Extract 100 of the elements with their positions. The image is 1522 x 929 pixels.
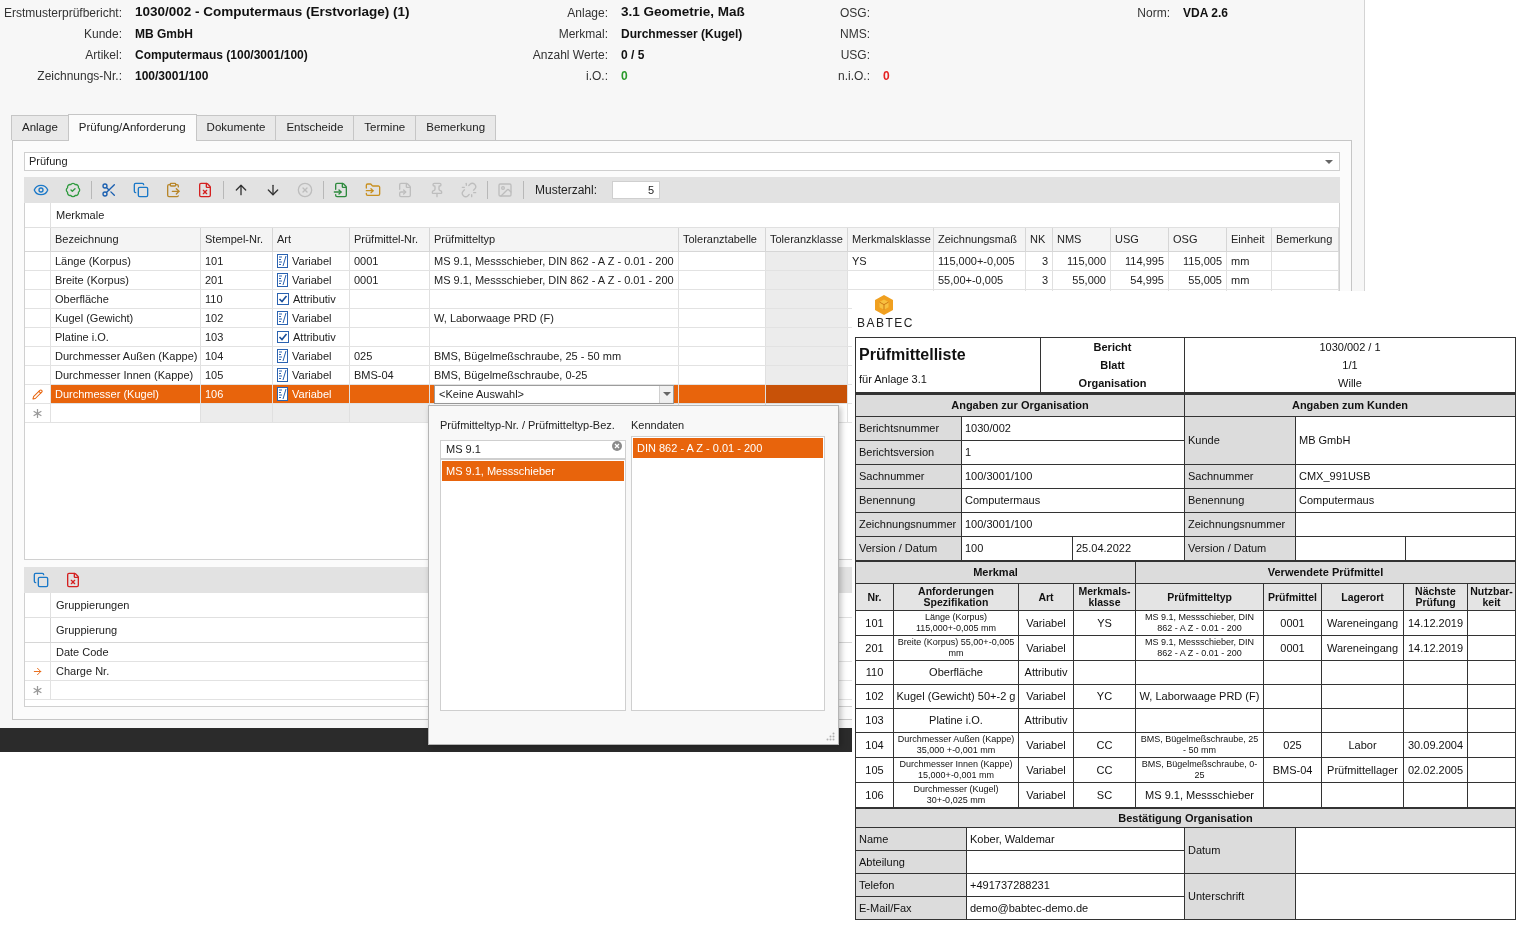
column-header[interactable]: Bezeichnung (51, 228, 201, 251)
cube-logo-icon (875, 295, 893, 315)
table-cell: Variabel (1018, 610, 1074, 636)
table-cell: Variabel (1018, 635, 1074, 661)
column-header[interactable]: Bemerkung (1272, 228, 1339, 251)
column-header[interactable]: NK (1026, 228, 1053, 251)
scissors-icon (101, 182, 117, 198)
table-cell: Durchmesser Außen (Kappe) 35,000 +-0,001 mm (893, 732, 1019, 758)
table-cell: 3 (1026, 271, 1053, 289)
table-cell: Kugel (Gewicht) (51, 309, 201, 327)
column-header[interactable]: Zeichnungsmaß (934, 228, 1026, 251)
field-label: Telefon (855, 873, 967, 897)
table-cell: 0001 (350, 271, 430, 289)
table-cell: 14.12.2019 (1403, 635, 1468, 661)
field-value: Durchmesser (Kugel) (621, 25, 743, 43)
table-cell: Variabel (273, 309, 350, 327)
field-value: 100/3001/100 (961, 464, 1185, 489)
table-cell: Variabel (1018, 732, 1074, 758)
table-cell: 104 (201, 347, 273, 365)
table-cell: BMS, Bügelmeßschraube, 25 - 50 mm (1135, 732, 1264, 758)
tab[interactable]: Prüfung/Anforderung (67, 114, 197, 141)
asterisk-icon (33, 685, 42, 695)
clear-icon[interactable] (612, 440, 622, 451)
table-cell: BMS-04 (350, 366, 430, 384)
field-label: Berichtsversion (855, 440, 962, 465)
table-cell: Attributiv (1018, 660, 1074, 685)
checkbox-icon (277, 293, 289, 305)
search-field[interactable]: MS 9.1 (440, 439, 626, 459)
table-cell: Durchmesser Innen (Kappe) 15,000+-0,001 mm (893, 757, 1019, 783)
field-label: Kunde (1184, 416, 1296, 465)
table-cell: Platine i.O. (893, 708, 1019, 733)
caret-icon (1325, 159, 1333, 164)
table-cell: Variabel (1018, 757, 1074, 783)
meta-value: Wille (1338, 376, 1362, 391)
table-cell: 106 (855, 782, 894, 808)
table-cell: Länge (Korpus) (51, 252, 201, 270)
tab[interactable]: Dokumente (195, 115, 277, 140)
tab[interactable]: Termine (353, 115, 417, 140)
column-header[interactable]: Stempel-Nr. (201, 228, 273, 251)
field-value: CMX_991USB (1295, 464, 1516, 489)
field-label: Zeichnungsnummer (1184, 512, 1296, 537)
field-label: Version / Datum (855, 536, 962, 561)
table-cell: Durchmesser Innen (Kappe) (51, 366, 201, 384)
field-value: Computermaus (961, 488, 1185, 513)
field-label: Benennung (1184, 488, 1296, 513)
caret-icon (662, 392, 671, 396)
table-cell: Länge (Korpus) 115,000+-0,005 mm (893, 610, 1019, 636)
tab[interactable]: Bemerkung (415, 115, 497, 140)
table-cell: 0001 (1263, 610, 1322, 636)
table-cell: MS 9.1, Messschieber, DIN 862 - A Z - 0.01 - 200 (1135, 635, 1264, 661)
column-header[interactable]: Einheit (1227, 228, 1272, 251)
meta-label: Bericht (1093, 340, 1132, 355)
column-header[interactable]: Toleranzklasse (766, 228, 848, 251)
copy-icon (33, 572, 49, 588)
table-cell: MS 9.1, Messschieber (1135, 782, 1264, 808)
table-cell: YS (848, 252, 934, 270)
field-value: 3.1 Geometrie, Maß (621, 3, 745, 22)
column-header[interactable]: Toleranztabelle (679, 228, 766, 251)
table-cell: 55,00+-0,005 (934, 271, 1026, 289)
meta-value: 1/1 (1342, 358, 1358, 373)
tab[interactable]: Anlage (11, 115, 69, 140)
tab[interactable]: Entscheide (275, 115, 355, 140)
field-label: Sachnummer (855, 464, 962, 489)
field-value: 0 (883, 67, 890, 85)
table-cell: CC (1073, 757, 1136, 783)
table-cell: 110 (855, 660, 894, 685)
field-value: 0 / 5 (621, 46, 645, 64)
unlink-icon (461, 182, 477, 198)
column-header[interactable]: Gruppierung (56, 621, 118, 639)
field-label: Unterschrift (1184, 873, 1296, 920)
column-header[interactable]: Prüfmitteltyp (430, 228, 679, 251)
table-cell: 55,000 (1053, 271, 1111, 289)
field-label: E-Mail/Fax (855, 896, 967, 920)
column-header[interactable]: USG (1111, 228, 1169, 251)
pin-icon (429, 182, 445, 198)
resize-grip-icon[interactable] (826, 732, 835, 741)
eye-icon (33, 182, 49, 198)
field-label: NMS: (840, 25, 870, 43)
table-cell: Breite (Korpus) 55,00+-0,005 mm (893, 635, 1019, 661)
table-cell: 0001 (1263, 635, 1322, 661)
table-cell: 103 (201, 328, 273, 346)
asterisk-icon (33, 408, 42, 418)
column-header[interactable]: NMS (1053, 228, 1111, 251)
table-cell: 0001 (350, 252, 430, 270)
copy-icon (133, 182, 149, 198)
table-cell: MS 9.1, Messschieber, DIN 862 - A Z - 0.01 - 200 (1135, 610, 1264, 636)
report-subtitle: für Anlage 3.1 (859, 373, 928, 386)
column-header[interactable]: Art (273, 228, 350, 251)
table-cell: 14.12.2019 (1403, 610, 1468, 636)
table-cell: SC (1073, 782, 1136, 808)
table-cell: 025 (350, 347, 430, 365)
column-header[interactable]: Prüfmittel-Nr. (350, 228, 430, 251)
ruler-icon (277, 368, 288, 382)
column-label: Kenndaten (631, 418, 686, 433)
filter-combobox[interactable]: Prüfung (24, 152, 1340, 171)
column-header[interactable]: Merkmalsklasse (848, 228, 934, 251)
field-value: 100/3001/100 (961, 512, 1185, 537)
sample-count-field[interactable]: 5 (612, 181, 661, 199)
column-header[interactable]: OSG (1169, 228, 1227, 251)
meta-label: Organisation (1078, 376, 1147, 391)
